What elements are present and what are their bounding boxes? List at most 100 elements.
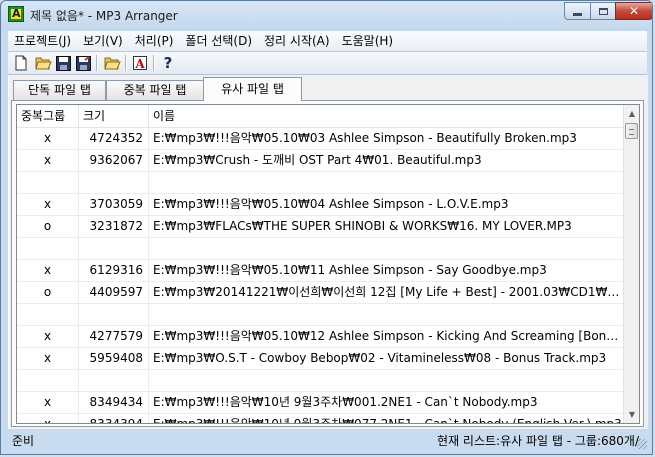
row-size-cell: 4724352 (79, 128, 149, 149)
open-folder-icon (34, 57, 52, 70)
row-name-cell: E:₩mp3₩!!!음악₩10년 9월3주차₩001.2NE1 - Can`t … (153, 395, 538, 409)
row-name-cell: E:₩mp3₩FLACs₩THE SUPER SHINOBI & WORKS₩1… (153, 219, 572, 233)
table-row[interactable] (17, 304, 625, 326)
menu-help[interactable]: 도움말(H) (336, 31, 400, 51)
main-panel: 단독 파일 탭 중복 파일 탭 유사 파일 탭 중복그룹 크기 이름 x 4724… (8, 75, 648, 429)
row-name-cell: E:₩mp3₩O.S.T - Cowboy Bebop₩02 - Vitamin… (153, 351, 607, 365)
table-row[interactable]: x 5959408 E:₩mp3₩O.S.T - Cowboy Bebop₩02 -… (17, 348, 625, 370)
row-group-cell: x (17, 260, 79, 281)
row-group-cell (17, 304, 79, 325)
row-group-cell (17, 370, 79, 391)
list-header: 중복그룹 크기 이름 (17, 105, 625, 128)
table-row[interactable] (17, 370, 625, 392)
scroll-down-arrow-icon[interactable]: ▼ (624, 406, 639, 423)
menu-view[interactable]: 보기(V) (77, 31, 129, 51)
scroll-up-arrow-icon[interactable]: ▲ (624, 105, 639, 122)
table-row[interactable]: o 3231872 E:₩mp3₩FLACs₩THE SUPER SHINOBI &… (17, 216, 625, 238)
scrollbar-thumb[interactable] (625, 123, 638, 139)
app-logo-icon[interactable] (8, 6, 24, 22)
table-row[interactable]: x 9362067 E:₩mp3₩Crush - 도깨비 OST Part 4₩01… (17, 150, 625, 172)
font-icon: A (133, 56, 147, 71)
close-icon: ✕ (628, 4, 640, 18)
row-name-cell (149, 172, 625, 193)
table-row[interactable]: o 4409597 E:₩mp3₩20141221₩이선희₩이선희 12집 [My … (17, 282, 625, 304)
table-row[interactable] (17, 172, 625, 194)
title-bar[interactable]: 제목 없음* - MP3 Arranger ✕ (1, 1, 652, 31)
file-list[interactable]: 중복그룹 크기 이름 x 4724352 E:₩mp3₩!!!음악₩05.10₩03… (16, 104, 640, 424)
toolbar-separator (125, 55, 127, 71)
tab-strip: 단독 파일 탭 중복 파일 탭 유사 파일 탭 (9, 75, 648, 101)
column-header-size[interactable]: 크기 (79, 105, 149, 127)
maximize-button[interactable] (590, 2, 616, 20)
new-file-button[interactable] (12, 54, 30, 72)
row-name-cell: E:₩mp3₩Crush - 도깨비 OST Part 4₩01. Beauti… (153, 153, 482, 167)
row-size-cell (79, 304, 149, 325)
row-name-cell: E:₩mp3₩!!!음악₩10년 9월3주차₩077.2NE1 - Can`t … (153, 417, 622, 424)
column-header-name[interactable]: 이름 (149, 105, 625, 127)
tab-single-files[interactable]: 단독 파일 탭 (13, 80, 106, 100)
table-row[interactable] (17, 238, 625, 260)
minimize-icon (573, 12, 582, 16)
select-folder-button[interactable] (103, 54, 121, 72)
menu-project[interactable]: 프로젝트(J) (8, 31, 77, 51)
table-row[interactable]: x 8334394 E:₩mp3₩!!!음악₩10년 9월3주차₩077.2NE1 … (17, 414, 625, 424)
resize-grip-icon[interactable] (637, 439, 647, 449)
row-group-cell: x (17, 392, 79, 413)
menu-folder-select[interactable]: 폴더 선택(D) (179, 31, 258, 51)
table-row[interactable]: x 8349434 E:₩mp3₩!!!음악₩10년 9월3주차₩001.2NE1 … (17, 392, 625, 414)
folder-icon (103, 57, 121, 70)
toolbar-separator (153, 55, 155, 71)
status-bar: 준비 현재 리스트:유사 파일 탭 - 그룹:680개/ (8, 431, 647, 451)
tab-similar-files[interactable]: 유사 파일 탭 (203, 77, 302, 101)
row-name-cell: E:₩mp3₩!!!음악₩05.10₩11 Ashlee Simpson - S… (153, 263, 547, 277)
row-name-cell: E:₩mp3₩!!!음악₩05.10₩12 Ashlee Simpson - K… (153, 329, 625, 343)
row-name-cell: E:₩mp3₩!!!음악₩05.10₩03 Ashlee Simpson - B… (153, 131, 577, 145)
app-window: 제목 없음* - MP3 Arranger ✕ 프로젝트(J) 보기(V) 처리… (0, 0, 653, 455)
tab-content: 중복그룹 크기 이름 x 4724352 E:₩mp3₩!!!음악₩05.10₩03… (11, 100, 644, 427)
close-button[interactable]: ✕ (615, 2, 652, 20)
row-group-cell: x (17, 150, 79, 171)
menu-process[interactable]: 처리(P) (129, 31, 180, 51)
row-group-cell: x (17, 128, 79, 149)
row-name-cell: E:₩mp3₩!!!음악₩05.10₩04 Ashlee Simpson - L… (153, 197, 509, 211)
status-current-list: 현재 리스트:유사 파일 탭 - 그룹:680개/ (437, 434, 639, 448)
row-group-cell: o (17, 282, 79, 303)
row-size-cell: 4409597 (79, 282, 149, 303)
table-row[interactable]: x 4724352 E:₩mp3₩!!!음악₩05.10₩03 Ashlee Sim… (17, 128, 625, 150)
row-size-cell (79, 172, 149, 193)
row-size-cell (79, 370, 149, 391)
vertical-scrollbar[interactable]: ▲ ▼ (623, 105, 639, 423)
row-group-cell: x (17, 194, 79, 215)
column-header-group[interactable]: 중복그룹 (17, 105, 79, 127)
row-size-cell: 8334394 (79, 414, 149, 423)
row-size-cell: 4277579 (79, 326, 149, 347)
row-size-cell: 6129316 (79, 260, 149, 281)
row-name-cell (149, 370, 625, 391)
row-group-cell: x (17, 348, 79, 369)
table-row[interactable]: x 4277579 E:₩mp3₩!!!음악₩05.10₩12 Ashlee Sim… (17, 326, 625, 348)
row-size-cell: 9362067 (79, 150, 149, 171)
toolbar: A ? (8, 52, 647, 75)
row-group-cell (17, 172, 79, 193)
minimize-button[interactable] (564, 2, 591, 20)
toolbar-separator (96, 55, 98, 71)
row-size-cell (79, 238, 149, 259)
maximize-icon (598, 7, 608, 15)
table-row[interactable]: x 3703059 E:₩mp3₩!!!음악₩05.10₩04 Ashlee Sim… (17, 194, 625, 216)
help-button[interactable]: ? (159, 54, 177, 72)
menu-start-organize[interactable]: 정리 시작(A) (258, 31, 336, 51)
table-row[interactable]: x 6129316 E:₩mp3₩!!!음악₩05.10₩11 Ashlee Sim… (17, 260, 625, 282)
row-group-cell: x (17, 326, 79, 347)
row-size-cell: 3703059 (79, 194, 149, 215)
list-rows: x 4724352 E:₩mp3₩!!!음악₩05.10₩03 Ashlee Sim… (17, 128, 625, 424)
save-as-disk-icon (75, 55, 91, 71)
status-ready-text: 준비 (12, 434, 35, 448)
row-name-cell (149, 304, 625, 325)
tab-duplicate-files[interactable]: 중복 파일 탭 (106, 80, 204, 100)
menu-bar: 프로젝트(J) 보기(V) 처리(P) 폴더 선택(D) 정리 시작(A) 도움… (8, 31, 647, 52)
row-size-cell: 8349434 (79, 392, 149, 413)
open-button[interactable] (34, 54, 52, 72)
font-button[interactable]: A (131, 54, 149, 72)
save-as-button[interactable] (74, 54, 92, 72)
save-button[interactable] (54, 54, 72, 72)
